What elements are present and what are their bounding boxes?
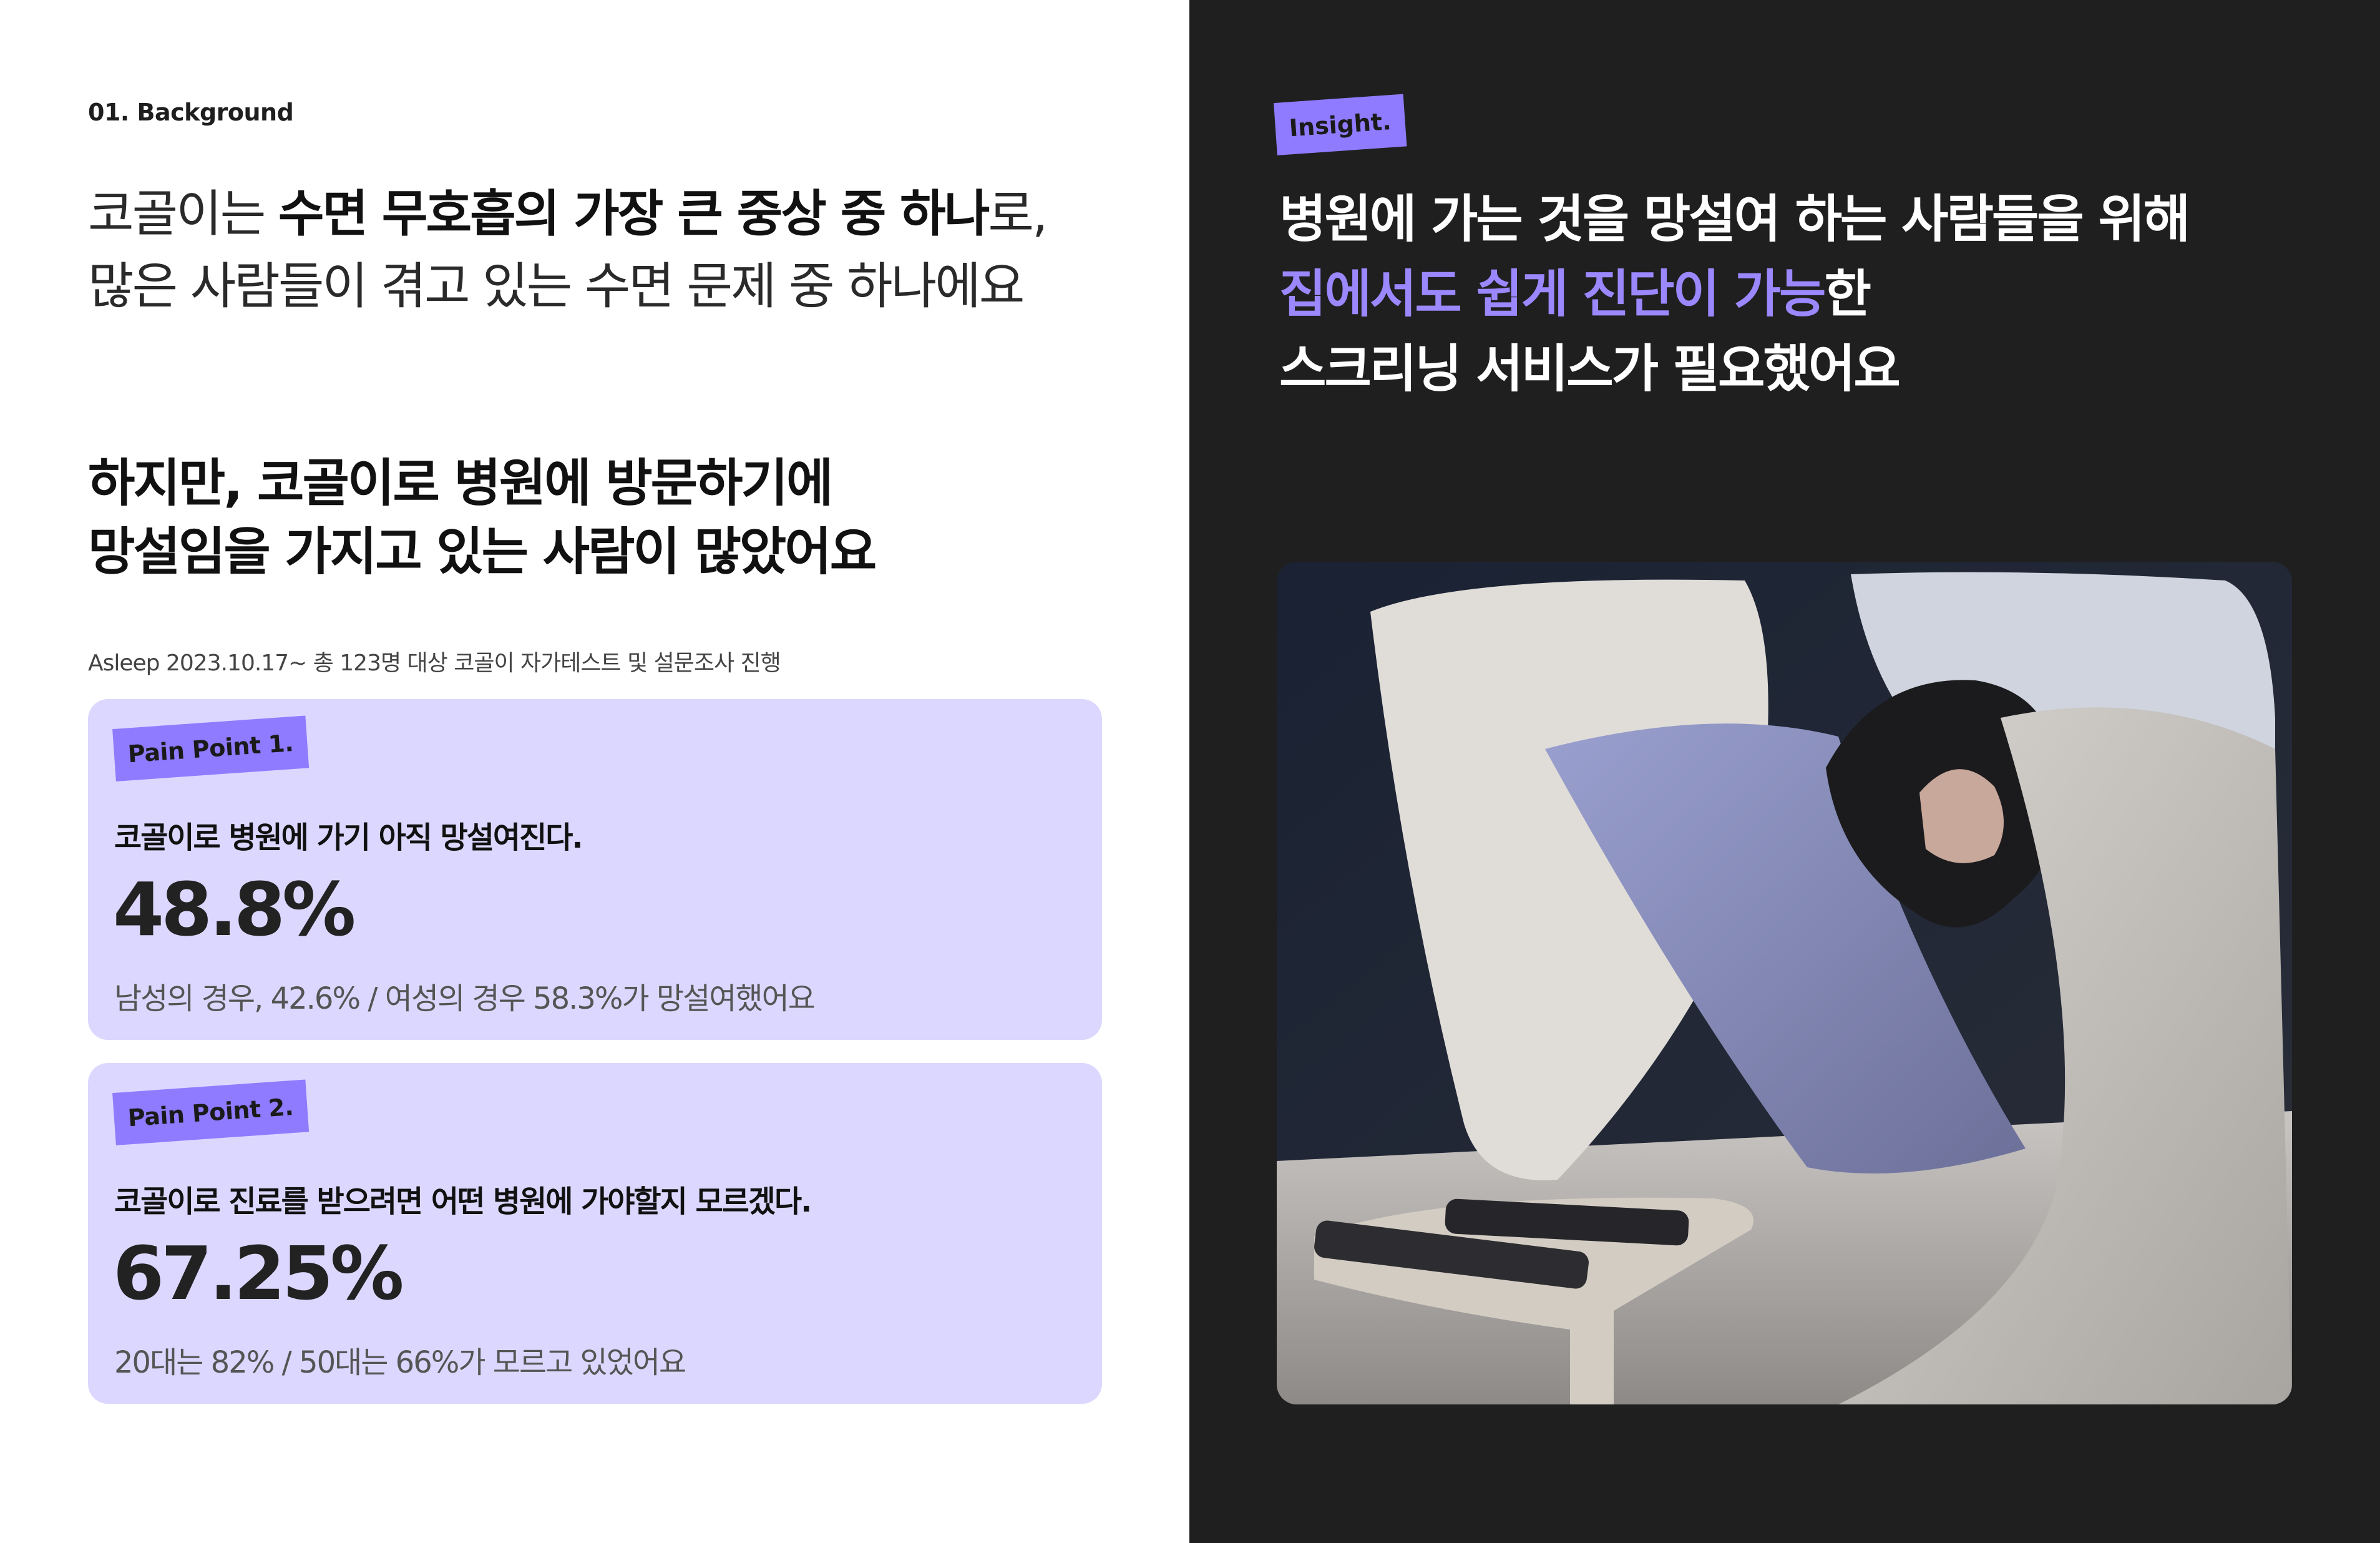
intro-line-2: 많은 사람들이 겪고 있는 수면 문제 중 하나에요 — [88, 257, 1025, 315]
background-panel: 01. Background 코골이는 수면 무호흡의 가장 큰 중상 중 하나… — [0, 0, 1189, 1543]
pain-point-tag-1: Pain Point 1. — [112, 715, 309, 781]
pain-point-card-1: Pain Point 1. 코골이로 병원에 가기 아직 망설여진다. 48.8… — [88, 699, 1102, 1040]
insight-line-2: 집에서도 쉽게 진단이 가능한 — [1279, 257, 2188, 332]
pain-point-stat-2: 67.25% — [113, 1230, 404, 1316]
pain-point-tag-2: Pain Point 2. — [112, 1079, 309, 1145]
intro-line-1-bold: 수면 무호흡의 가장 큰 중상 중 하나 — [278, 185, 990, 243]
insight-tag: Insight. — [1274, 94, 1407, 155]
intro-line-1-pre: 코골이는 — [88, 185, 278, 243]
insight-line-3: 스크리닝 서비스가 필요했어요 — [1279, 340, 1901, 399]
pain-point-card-2: Pain Point 2. 코골이로 진료를 받으려면 어떤 병원에 가야할지 … — [88, 1063, 1102, 1404]
intro-line-1-post: 로, — [988, 185, 1048, 243]
problem-line-1: 하지만, 코골이로 병원에 방문하기에 — [88, 454, 833, 513]
insight-line-1: 병원에 가는 것을 망설여 하는 사람들을 위해 — [1279, 190, 2190, 249]
pain-point-stat-1: 48.8% — [113, 866, 356, 953]
problem-statement: 하지만, 코골이로 병원에 방문하기에 망설임을 가지고 있는 사람이 많았어요 — [88, 449, 877, 587]
problem-line-2: 망설임을 가지고 있는 사람이 많았어요 — [88, 522, 877, 582]
sleeping-person-photo — [1277, 562, 2292, 1404]
pain-point-question-2: 코골이로 진료를 받으려면 어떤 병원에 가야할지 모르겠다. — [114, 1184, 812, 1219]
photo-illustration — [1277, 562, 2292, 1404]
insight-text: 병원에 가는 것을 망설여 하는 사람들을 위해 집에서도 쉽게 진단이 가능한… — [1279, 182, 2190, 407]
survey-source: Asleep 2023.10.17~ 총 123명 대상 코골이 자가테스트 및… — [88, 650, 781, 676]
pain-point-question-1: 코골이로 병원에 가기 아직 망설여진다. — [114, 820, 583, 855]
insight-highlight: 집에서도 쉽게 진단이 가능 — [1279, 265, 1826, 324]
section-label: 01. Background — [88, 99, 294, 126]
intro-line-1: 코골이는 수면 무호흡의 가장 큰 중상 중 하나로, — [88, 178, 1048, 250]
intro-text: 코골이는 수면 무호흡의 가장 큰 중상 중 하나로, 많은 사람들이 겪고 있… — [88, 178, 1048, 323]
pain-point-detail-1: 남성의 경우, 42.6% / 여성의 경우 58.3%가 망설여했어요 — [114, 981, 816, 1016]
pain-point-detail-2: 20대는 82% / 50대는 66%가 모르고 있었어요 — [114, 1345, 686, 1380]
insight-line-2-post: 한 — [1824, 265, 1871, 324]
